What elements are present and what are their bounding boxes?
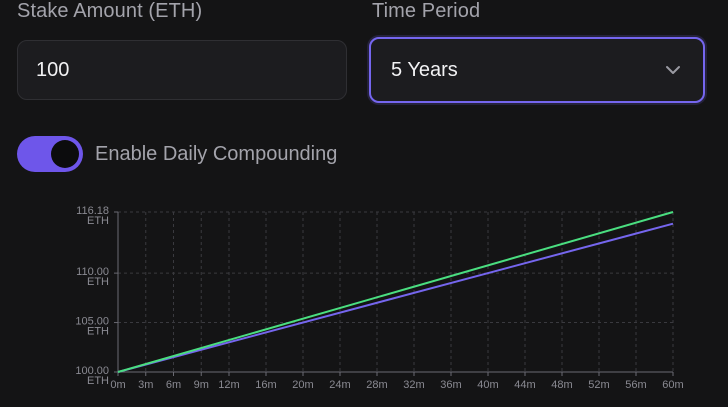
staking-calculator: Stake Amount (ETH) 100 Time Period 5 Yea… (0, 0, 728, 407)
x-tick-label: 36m (440, 379, 461, 391)
x-tick-label: 16m (255, 379, 276, 391)
x-tick-label: 52m (588, 379, 609, 391)
y-tick-unit: ETH (87, 326, 109, 338)
x-tick-label: 24m (329, 379, 350, 391)
x-tick-label: 9m (194, 379, 209, 391)
x-tick-label: 56m (625, 379, 646, 391)
x-tick-label: 48m (551, 379, 572, 391)
x-tick-label: 0m (110, 379, 125, 391)
x-tick-label: 12m (218, 379, 239, 391)
y-tick-unit: ETH (87, 215, 109, 227)
x-tick-label: 3m (138, 379, 153, 391)
x-tick-label: 32m (403, 379, 424, 391)
y-tick-unit: ETH (87, 276, 109, 288)
growth-chart: 0m 3m 6m 9m 12m 16m 20m 24m 28m 32m 36m 40m 44m 48m 52… (75, 205, 683, 391)
x-tick-label: 20m (292, 379, 313, 391)
x-tick-label: 28m (366, 379, 387, 391)
x-tick-label: 44m (514, 379, 535, 391)
y-tick-unit: ETH (87, 375, 109, 387)
x-tick-label: 60m (662, 379, 683, 391)
x-tick-label: 6m (166, 379, 181, 391)
x-tick-label: 40m (477, 379, 498, 391)
